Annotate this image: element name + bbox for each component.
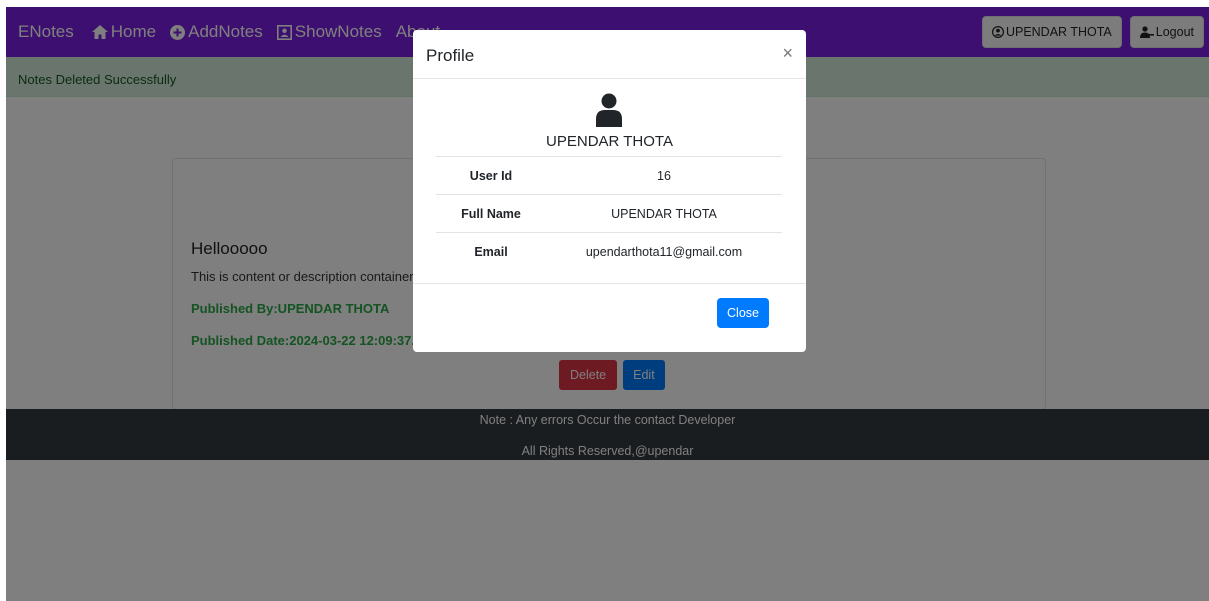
modal-header: Profile × xyxy=(413,30,806,79)
user-id-label: User Id xyxy=(436,156,546,195)
profile-name: UPENDAR THOTA xyxy=(546,133,673,150)
table-row: Email upendarthota11@gmail.com xyxy=(436,232,782,271)
user-id-value: 16 xyxy=(546,156,782,195)
profile-details-table: User Id 16 Full Name UPENDAR THOTA Email… xyxy=(436,156,782,271)
email-label: Email xyxy=(436,232,546,271)
modal-footer: Close xyxy=(413,283,806,352)
full-name-value: UPENDAR THOTA xyxy=(546,194,782,233)
table-row: Full Name UPENDAR THOTA xyxy=(436,194,782,233)
page: ENotes Home AddNotes ShowNotes About xyxy=(6,7,1209,601)
profile-modal: Profile × UPENDAR THOTA User Id 16 Full … xyxy=(413,30,806,352)
user-icon xyxy=(596,93,622,127)
modal-title: Profile xyxy=(426,46,475,65)
full-name-label: Full Name xyxy=(436,194,546,233)
close-button[interactable]: Close xyxy=(717,298,769,328)
email-value: upendarthota11@gmail.com xyxy=(546,232,782,271)
close-icon[interactable]: × xyxy=(782,43,793,64)
table-row: User Id 16 xyxy=(436,156,782,195)
